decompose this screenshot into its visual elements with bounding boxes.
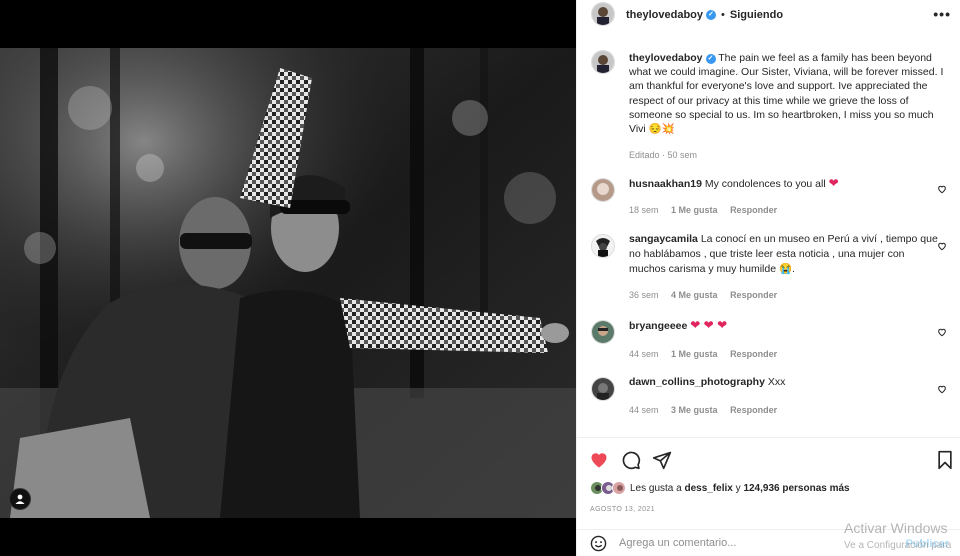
post-header: theylovedaboy ✓ • Siguiendo ••• [577,0,960,30]
comment-item: dawn_collins_photography Xxx 44 sem 3 Me… [592,375,952,418]
avatar[interactable] [592,3,614,25]
avatar[interactable] [592,321,614,343]
comment-meta: 18 sem 1 Me gusta Responder [629,203,939,218]
emoji-icon[interactable] [590,535,607,552]
likes-joiner: y [735,482,741,494]
post-date[interactable]: AGOSTO 13, 2021 [590,506,655,513]
comment-time[interactable]: 44 sem [629,349,659,359]
comment-icon[interactable] [621,450,641,470]
photo-image [0,48,576,518]
likes-prefix: Les gusta a [630,482,682,494]
comment-input[interactable] [619,537,859,549]
avatar[interactable] [592,235,614,257]
comment-composer: Publicar [577,529,960,556]
more-options-icon[interactable]: ••• [933,6,951,22]
caption-text: The pain we feel as a family has been be… [629,52,944,136]
tagged-users-button[interactable] [9,488,31,510]
reply-button[interactable]: Responder [730,405,777,415]
likes-count[interactable]: 124,936 personas más [743,483,849,494]
avatar[interactable] [592,51,614,73]
reply-button[interactable]: Responder [730,290,777,300]
reply-button[interactable]: Responder [730,349,777,359]
comment-text: Xxx [767,376,786,388]
post-action-bar [577,437,960,483]
bookmark-icon[interactable] [935,450,955,470]
comment-likes[interactable]: 1 Me gusta [671,205,718,215]
like-heart-filled-icon[interactable] [589,450,609,470]
comment-item: husnaakhan19 My condolences to you all ❤… [592,176,952,218]
comment-username[interactable]: sangaycamila [629,233,698,245]
comment-time[interactable]: 44 sem [629,405,659,415]
heart-outline-icon[interactable] [937,184,947,194]
avatar[interactable] [592,378,614,400]
likes-summary: Les gusta a dess_felix y 124,936 persona… [590,481,850,495]
comment-username[interactable]: dawn_collins_photography [629,376,765,388]
liker-username[interactable]: dess_felix [685,483,733,494]
publish-button[interactable]: Publicar [906,538,949,550]
comment-likes[interactable]: 4 Me gusta [671,290,718,300]
post-photo[interactable] [0,48,576,518]
post-caption: theylovedaboy ✓ The pain we feel as a fam… [592,51,952,162]
header-separator: • [721,9,725,21]
heart-outline-icon[interactable] [937,241,947,251]
user-tag-icon [15,494,25,504]
comment-meta: 36 sem 4 Me gusta Responder [629,288,939,303]
share-icon[interactable] [652,450,672,470]
caption-meta: Editado · 50 sem [629,150,698,161]
comment-meta: 44 sem 3 Me gusta Responder [629,403,939,418]
author-username[interactable]: theylovedaboy [626,9,703,21]
red-heart-emoji: ❤ [828,176,839,190]
avatar[interactable] [592,179,614,201]
comment-text: My condolences to you all [704,178,826,190]
avatar [612,481,626,495]
comment-time[interactable]: 36 sem [629,290,659,300]
comment-likes[interactable]: 3 Me gusta [671,405,718,415]
comment-likes[interactable]: 1 Me gusta [671,349,718,359]
post-details-panel: theylovedaboy ✓ • Siguiendo ••• theylove… [576,0,960,556]
comment-username[interactable]: husnaakhan19 [629,178,702,190]
verified-badge-icon: ✓ [705,54,716,64]
post-media-area [0,0,576,556]
caption-username[interactable]: theylovedaboy [629,52,703,64]
red-hearts-emoji: ❤ ❤ ❤ [690,318,728,332]
comment-meta: 44 sem 1 Me gusta Responder [629,347,939,362]
comment-time[interactable]: 18 sem [629,205,659,215]
comment-item: bryangeeee ❤ ❤ ❤ 44 sem 1 Me gusta Respo… [592,318,952,362]
reply-button[interactable]: Responder [730,205,777,215]
comment-username[interactable]: bryangeeee [629,320,687,332]
comment-item: sangaycamila La conocí en un museo en Pe… [592,232,952,303]
verified-badge-icon: ✓ [706,10,717,20]
heart-outline-icon[interactable] [937,327,947,337]
liker-avatars[interactable] [590,481,626,495]
heart-outline-icon[interactable] [937,384,947,394]
following-button[interactable]: Siguiendo [730,9,783,21]
